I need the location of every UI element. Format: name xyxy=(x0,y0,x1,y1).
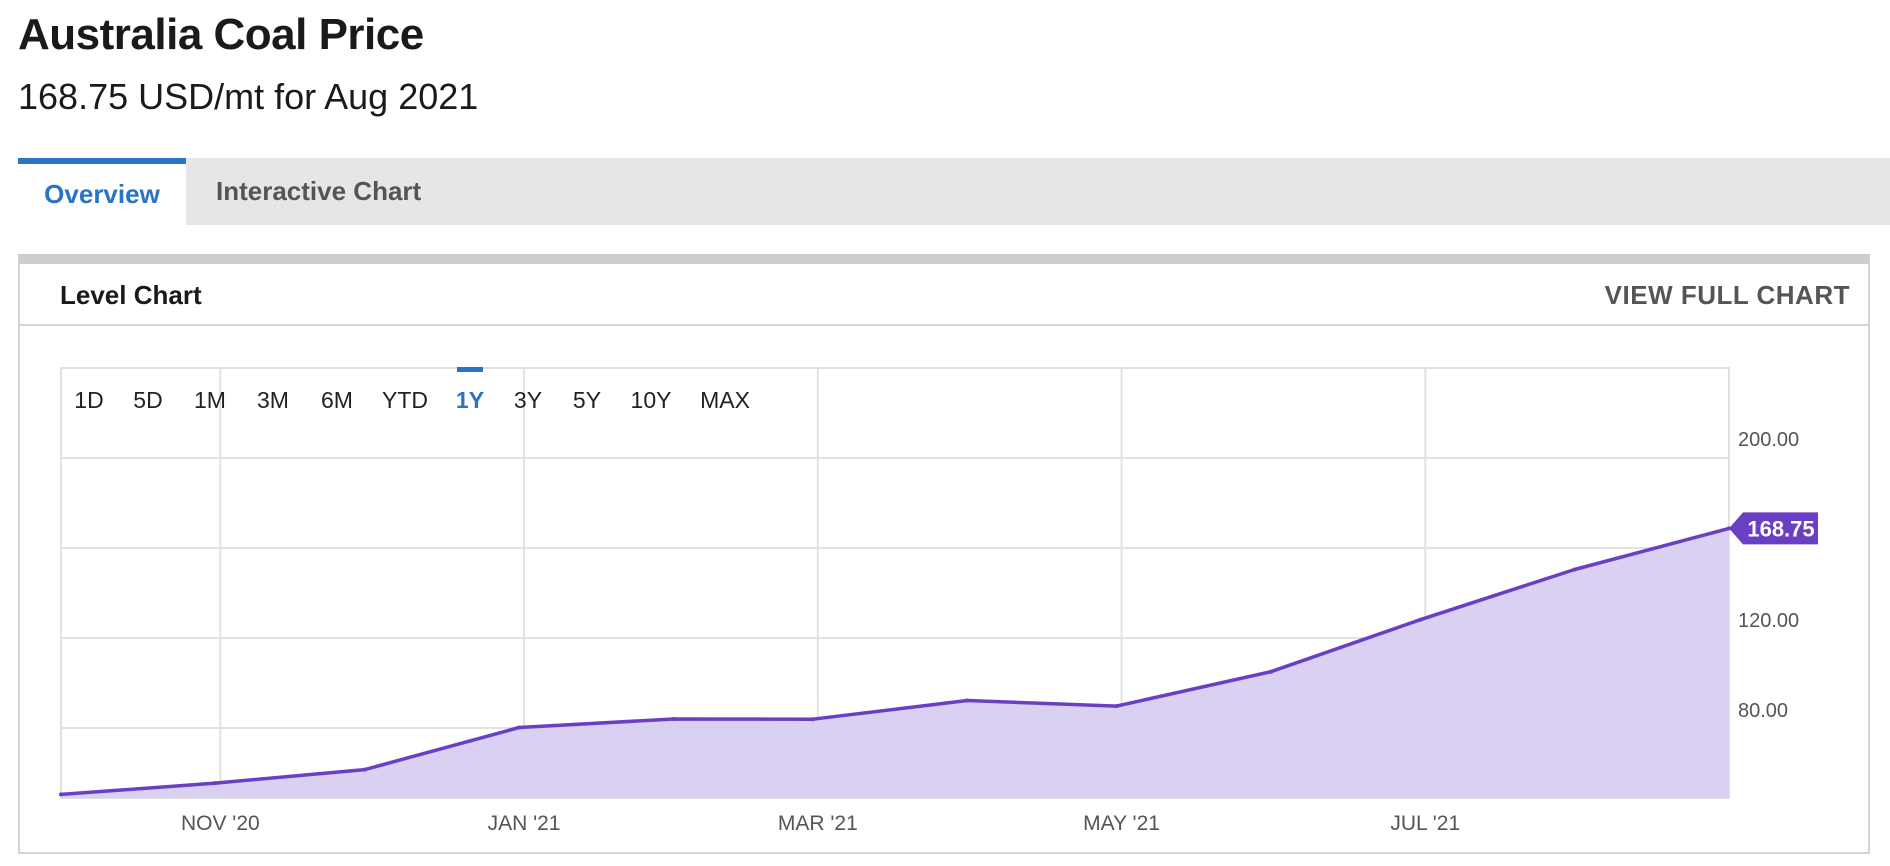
range-button-3m[interactable]: 3M xyxy=(257,387,289,413)
range-button-10y[interactable]: 10Y xyxy=(631,387,672,413)
series-point xyxy=(1114,704,1119,709)
y-tick-label: 120.00 xyxy=(1738,610,1799,632)
series-point xyxy=(362,767,367,772)
x-tick-label: JUL '21 xyxy=(1390,812,1460,835)
series-point xyxy=(810,717,815,722)
range-button-5y[interactable]: 5Y xyxy=(573,387,601,413)
x-tick-label: JAN '21 xyxy=(488,812,561,835)
y-tick-label: 200.00 xyxy=(1738,429,1799,451)
range-button-max[interactable]: MAX xyxy=(700,387,750,413)
range-active-indicator xyxy=(457,367,483,372)
series-point xyxy=(1418,617,1423,622)
range-button-1m[interactable]: 1M xyxy=(194,387,226,413)
last-value-label: 168.75 xyxy=(1747,516,1814,541)
range-button-5d[interactable]: 5D xyxy=(133,387,162,413)
x-tick-label: MAR '21 xyxy=(778,812,858,835)
range-button-1y[interactable]: 1Y xyxy=(456,387,484,413)
level-chart: NOV '20 JAN '21 MAR '21 MAY '21 JUL '21 80.00… xyxy=(59,367,1818,835)
series-point xyxy=(1268,669,1273,674)
series-point xyxy=(59,792,63,797)
series-point xyxy=(517,725,522,730)
series-point xyxy=(965,698,970,703)
range-button-1d[interactable]: 1D xyxy=(74,387,103,413)
x-tick-label: NOV '20 xyxy=(181,812,260,835)
series-point xyxy=(213,781,218,786)
series-point xyxy=(1572,567,1577,572)
series-point xyxy=(671,716,676,721)
range-button-ytd[interactable]: YTD xyxy=(382,387,428,413)
range-button-6m[interactable]: 6M xyxy=(321,387,353,413)
y-tick-label: 80.00 xyxy=(1738,700,1788,722)
x-tick-label: MAY '21 xyxy=(1083,812,1160,835)
range-button-3y[interactable]: 3Y xyxy=(514,387,542,413)
